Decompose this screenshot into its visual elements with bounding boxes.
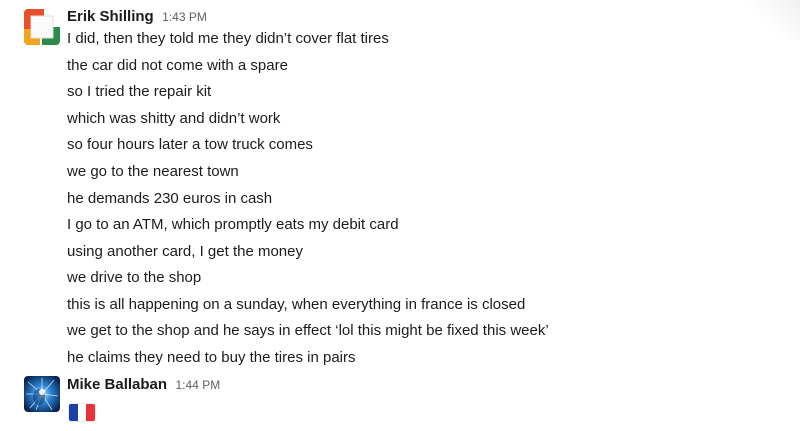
message-text: which was shitty and didn’t work [67,110,281,127]
message-timestamp[interactable]: 1:44 PM [176,378,221,392]
message-group-mike: Mike Ballaban 1:44 PM [0,375,800,431]
author-name[interactable]: Mike Ballaban [67,376,167,393]
message-text: using another card, I get the money [67,243,303,260]
message-text: I go to an ATM, which promptly eats my d… [67,216,399,233]
flag-fr-image [69,404,95,421]
message-text: the car did not come with a spare [67,57,288,74]
message-header-erik: Erik Shilling 1:43 PM [67,7,207,27]
author-name[interactable]: Erik Shilling [67,8,154,25]
message-text: he demands 230 euros in cash [67,190,273,207]
message-pane: Erik Shilling 1:43 PM I did, then they t… [0,0,800,431]
message-header-mike: Mike Ballaban 1:44 PM [67,375,220,395]
avatar-mike-image [24,376,60,412]
avatar-erik[interactable] [24,9,60,45]
message-text: we get to the shop and he says in effect… [67,322,549,339]
message-text: so four hours later a tow truck comes [67,136,313,153]
message-text: he claims they need to buy the tires in … [67,349,356,366]
avatar-mike[interactable] [24,376,60,412]
message-group-erik: Erik Shilling 1:43 PM I did, then they t… [0,7,800,367]
message-text: we drive to the shop [67,269,202,286]
message-text: so I tried the repair kit [67,83,212,100]
message-timestamp[interactable]: 1:43 PM [162,10,207,24]
message-text: I did, then they told me they didn’t cov… [67,30,389,47]
flag-fr-icon[interactable] [69,404,95,421]
message-text: we go to the nearest town [67,163,239,180]
avatar-erik-image [24,9,60,45]
message-text: this is all happening on a sunday, when … [67,296,526,313]
